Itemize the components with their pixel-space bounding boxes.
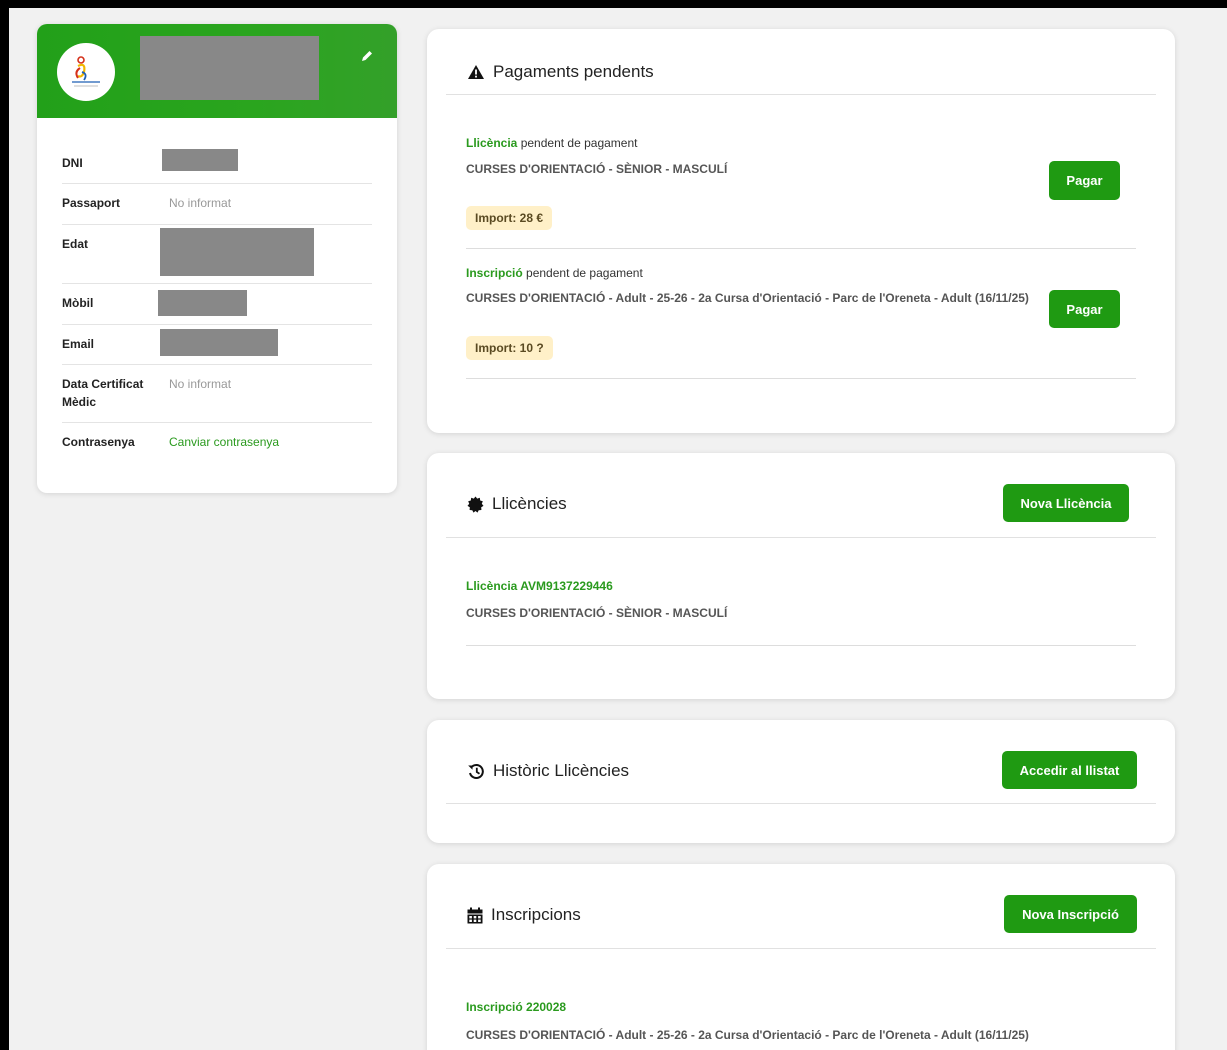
registration-item-description: CURSES D'ORIENTACIÓ - Adult - 25-26 - 2a…	[466, 1028, 1029, 1042]
pending-payments-title: Pagaments pendents	[493, 62, 654, 81]
access-list-button[interactable]: Accedir al llistat	[1002, 751, 1137, 789]
payment-item-1-status: pendent de pagament	[520, 136, 638, 150]
payment-item-2-heading: Inscripció pendent de pagament	[466, 264, 643, 282]
registrations-header: Inscripcions	[467, 905, 581, 925]
field-label-passport: Passaport	[62, 196, 121, 210]
dni-value-redacted	[162, 149, 238, 171]
licenses-card: Llicències Nova Llicència Llicència AVM9…	[427, 453, 1175, 699]
payment-item-1-type: Llicència	[466, 136, 518, 150]
item-separator	[466, 378, 1136, 379]
payment-item-2-status: pendent de pagament	[526, 266, 643, 280]
payment-item-2-description: CURSES D'ORIENTACIÓ - Adult - 25-26 - 2a…	[466, 291, 1029, 305]
field-label-password: Contrasenya	[62, 435, 135, 449]
payment-item-1-description: CURSES D'ORIENTACIÓ - SÈNIOR - MASCULÍ	[466, 162, 728, 176]
mobile-value-redacted	[158, 290, 247, 316]
item-separator	[466, 645, 1136, 646]
field-row-dni: DNI	[62, 149, 372, 184]
field-label-mobile: Mòbil	[62, 296, 94, 310]
card-divider	[446, 537, 1156, 538]
field-label-medical-certificate: Data Certificat Mèdic	[62, 377, 144, 409]
registrations-card: Inscripcions Nova Inscripció Inscripció …	[427, 864, 1175, 1050]
new-registration-button[interactable]: Nova Inscripció	[1004, 895, 1137, 933]
change-password-link[interactable]: Canviar contrasenya	[169, 433, 279, 451]
payment-item-1-amount-badge: Import: 28 €	[466, 206, 553, 230]
club-logo	[57, 43, 115, 101]
field-row-medical-certificate: Data Certificat Mèdic No informat	[62, 365, 372, 423]
payment-item-2-type: Inscripció	[466, 266, 523, 280]
license-history-header: Històric Llicències	[467, 761, 629, 781]
field-row-password: Contrasenya Canviar contrasenya	[62, 423, 372, 463]
pending-payments-card: Pagaments pendents Llicència pendent de …	[427, 29, 1175, 433]
license-item-description: CURSES D'ORIENTACIÓ - SÈNIOR - MASCULÍ	[466, 606, 728, 620]
payment-item-2-amount-badge: Import: 10 ?	[466, 336, 553, 360]
field-row-mobile: Mòbil	[62, 284, 372, 325]
profile-header	[37, 24, 397, 118]
licenses-header: Llicències	[467, 494, 567, 514]
card-divider	[446, 94, 1156, 95]
field-row-email: Email	[62, 325, 372, 365]
pay-registration-button[interactable]: Pagar	[1049, 290, 1120, 328]
card-divider	[446, 803, 1156, 804]
user-name-redacted	[140, 36, 319, 100]
registrations-title: Inscripcions	[491, 905, 581, 924]
field-value-medical-certificate: No informat	[169, 377, 232, 391]
email-value-redacted	[160, 329, 278, 356]
calendar-icon	[467, 907, 483, 923]
license-item-code[interactable]: Llicència AVM9137229446	[466, 577, 613, 595]
warning-icon	[468, 65, 484, 79]
card-divider	[446, 948, 1156, 949]
pay-license-button[interactable]: Pagar	[1049, 161, 1120, 200]
edit-profile-button[interactable]	[357, 46, 377, 66]
window-frame-left	[0, 0, 9, 1050]
history-icon	[468, 763, 484, 779]
badge-icon	[467, 496, 484, 513]
field-row-passport: Passaport No informat	[62, 184, 372, 225]
license-history-title: Històric Llicències	[493, 761, 630, 780]
field-label-email: Email	[62, 337, 95, 351]
registration-item-code[interactable]: Inscripció 220028	[466, 998, 566, 1016]
new-license-button[interactable]: Nova Llicència	[1003, 484, 1129, 522]
payment-item-1-heading: Llicència pendent de pagament	[466, 134, 637, 152]
profile-card: DNI Passaport No informat Edat Mòbil Ema…	[37, 24, 397, 493]
item-separator	[466, 248, 1136, 249]
window-frame-top	[0, 0, 1227, 8]
license-history-card: Històric Llicències Accedir al llistat	[427, 720, 1175, 843]
field-label-dni: DNI	[62, 156, 83, 170]
age-value-redacted	[160, 228, 314, 276]
pencil-icon	[362, 51, 372, 61]
pending-payments-header: Pagaments pendents	[467, 62, 654, 82]
field-label-age: Edat	[62, 237, 89, 251]
field-row-age: Edat	[62, 225, 372, 284]
field-value-passport: No informat	[169, 196, 232, 210]
licenses-title: Llicències	[492, 494, 567, 513]
